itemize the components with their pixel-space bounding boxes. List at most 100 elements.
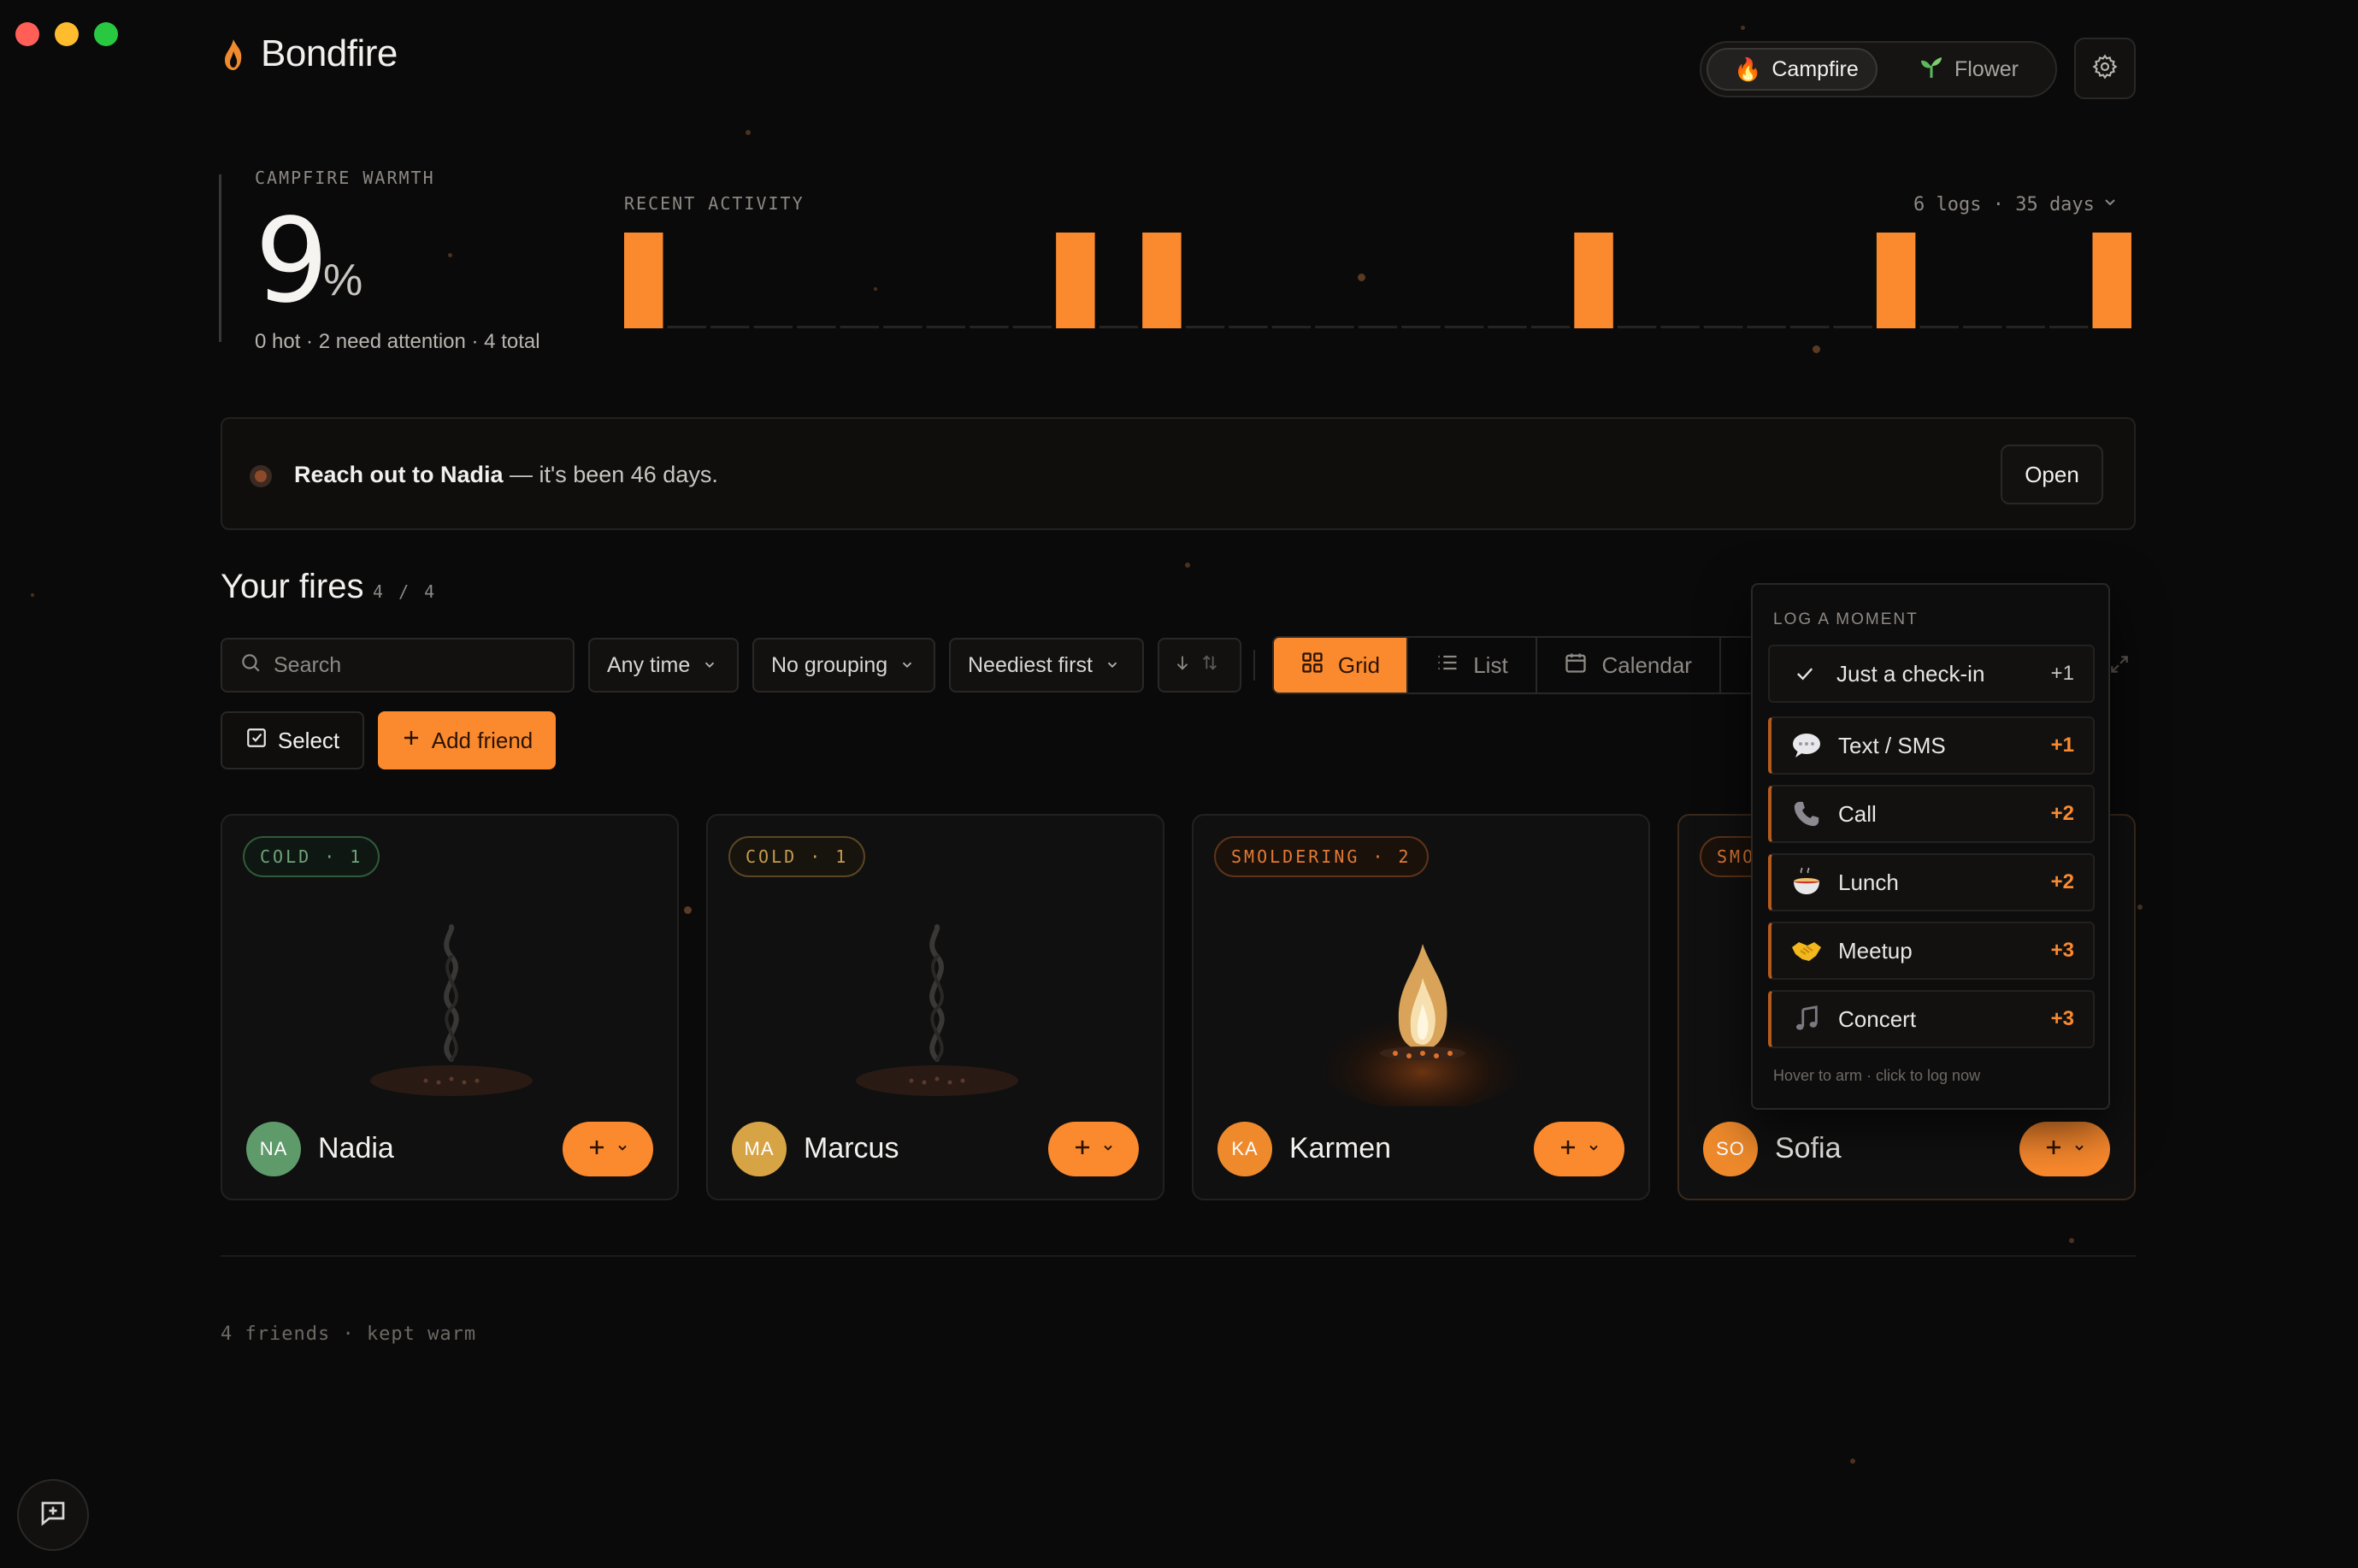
log-option-call[interactable]: Call +2 (1768, 785, 2095, 843)
sort-direction-button[interactable] (1158, 638, 1241, 693)
friend-name: Karmen (1289, 1132, 1392, 1164)
reach-out-alert: Reach out to Nadia — it's been 46 days. … (221, 417, 2136, 530)
activity-empty-day (1747, 326, 1786, 328)
log-option-meetup[interactable]: Meetup +3 (1768, 922, 2095, 980)
status-dot (250, 465, 272, 487)
activity-empty-day (1530, 326, 1571, 328)
sort-select[interactable]: Neediest first (949, 638, 1144, 693)
app-title: Bondfire (261, 32, 398, 74)
ember-particle (1185, 563, 1190, 568)
activity-empty-day (1617, 326, 1657, 328)
alert-open-button[interactable]: Open (2001, 445, 2103, 504)
activity-empty-day (1789, 326, 1830, 328)
log-option-concert[interactable]: Concert +3 (1768, 990, 2095, 1048)
activity-empty-day (840, 326, 880, 328)
activity-chart (624, 233, 2131, 328)
ember-particle (684, 906, 692, 914)
time-filter-select[interactable]: Any time (588, 638, 739, 693)
ember-particle (2137, 905, 2143, 910)
plus-icon (401, 728, 421, 754)
activity-bar (624, 233, 663, 328)
add-friend-button[interactable]: Add friend (378, 711, 556, 769)
friend-card[interactable]: COLD · 1 NA Nadia (221, 814, 679, 1200)
mode-campfire-button[interactable]: 🔥 Campfire (1707, 48, 1878, 91)
ember-particle (1813, 345, 1820, 353)
activity-empty-day (926, 326, 966, 328)
activity-range-dropdown[interactable]: 6 logs · 35 days (1913, 193, 2119, 215)
activity-empty-day (1358, 326, 1398, 328)
friend-name: Sofia (1775, 1132, 1842, 1164)
ember-particle (2069, 1238, 2074, 1243)
activity-empty-day (1444, 326, 1484, 328)
alert-message: Reach out to Nadia — it's been 46 days. (294, 462, 718, 488)
activity-empty-day (1488, 326, 1527, 328)
footer-text: 4 friends · kept warm (221, 1323, 477, 1345)
log-option-text[interactable]: Text / SMS +1 (1768, 716, 2095, 775)
search-icon (239, 651, 262, 680)
section-title: Your fires (221, 568, 364, 605)
view-grid-label: Grid (1337, 651, 1381, 678)
activity-empty-day (1660, 326, 1700, 328)
chevron-down-icon (1105, 653, 1120, 678)
arrow-down-icon (1173, 653, 1192, 678)
list-icon (1435, 651, 1459, 681)
activity-empty-day (753, 326, 793, 328)
activity-bar (1142, 233, 1182, 328)
footer-divider (221, 1255, 2136, 1257)
activity-bar (1574, 233, 1613, 328)
option-label: Concert (1838, 1005, 1917, 1032)
option-points: +3 (2050, 939, 2074, 962)
plus-icon (1558, 1137, 1578, 1162)
grid-icon (1300, 651, 1324, 681)
ember-particle (746, 130, 751, 135)
activity-empty-day (1401, 326, 1441, 328)
activity-empty-day (1012, 326, 1052, 328)
settings-button[interactable] (2074, 38, 2136, 99)
log-moment-button[interactable] (1048, 1122, 1139, 1176)
add-friend-label: Add friend (431, 727, 533, 753)
activity-empty-day (1185, 326, 1225, 328)
log-option-lunch[interactable]: Lunch +2 (1768, 853, 2095, 911)
log-moment-button[interactable] (2019, 1122, 2110, 1176)
log-option-check-in[interactable]: Just a check-in +1 (1768, 645, 2095, 703)
bowl-icon (1787, 863, 1826, 902)
message-plus-icon (38, 1498, 68, 1533)
log-moment-button[interactable] (563, 1122, 653, 1176)
option-label: Meetup (1838, 937, 1913, 964)
status-chip: SMOLDERING · 2 (1214, 836, 1429, 877)
activity-bar (1056, 233, 1095, 328)
activity-empty-day (2006, 326, 2045, 328)
view-calendar-button[interactable]: Calendar (1537, 638, 1721, 693)
friend-card[interactable]: COLD · 1 MA Marcus (706, 814, 1164, 1200)
avatar: NA (246, 1122, 301, 1176)
alert-rest: — it's been 46 days. (503, 462, 718, 487)
view-list-button[interactable]: List (1408, 638, 1537, 693)
option-points: +2 (2050, 802, 2074, 825)
select-button[interactable]: Select (221, 711, 364, 769)
avatar: MA (732, 1122, 787, 1176)
window-close-button[interactable] (15, 22, 39, 46)
log-moment-button[interactable] (1534, 1122, 1624, 1176)
window-maximize-button[interactable] (94, 22, 118, 46)
expand-icon[interactable] (2108, 653, 2131, 680)
time-filter-value: Any time (607, 652, 691, 677)
cold-ash-icon (370, 924, 533, 1096)
plus-icon (2043, 1137, 2064, 1162)
friend-card[interactable]: SMOLDERING · 2 KA Karmen (1192, 814, 1650, 1200)
speech-bubble-icon (1787, 726, 1826, 765)
fire-icon: 🔥 (1734, 56, 1762, 82)
window-minimize-button[interactable] (55, 22, 79, 46)
warmth-divider (219, 174, 221, 342)
activity-empty-day (1703, 326, 1743, 328)
view-grid-button[interactable]: Grid (1274, 638, 1408, 693)
activity-label: RECENT ACTIVITY (624, 193, 805, 214)
avatar: KA (1217, 1122, 1272, 1176)
warmth-value: 9 (255, 194, 329, 329)
mode-flower-button[interactable]: Flower (1893, 48, 2047, 91)
friend-name: Nadia (318, 1132, 394, 1164)
grouping-select[interactable]: No grouping (752, 638, 935, 693)
avatar: SO (1703, 1122, 1758, 1176)
select-label: Select (277, 727, 340, 753)
search-input[interactable]: Search (221, 638, 575, 693)
feedback-button[interactable] (17, 1479, 89, 1551)
